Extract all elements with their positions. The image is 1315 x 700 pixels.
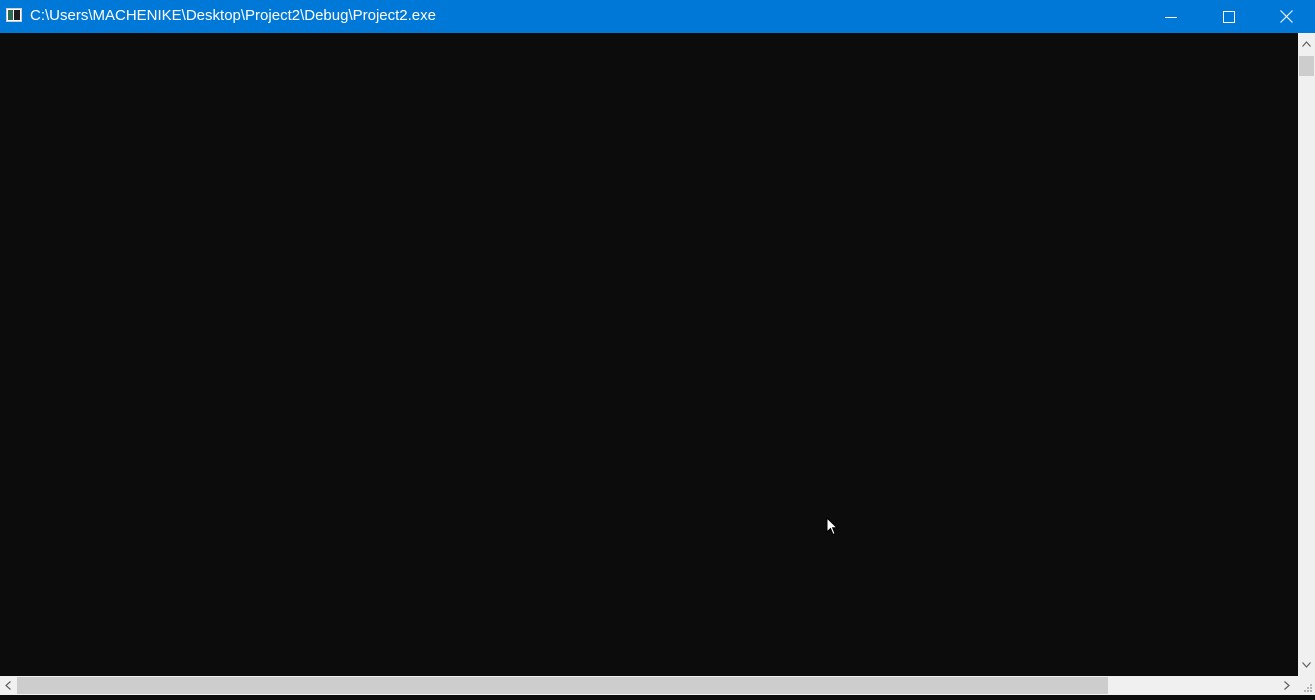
mouse-pointer-icon [826, 516, 839, 536]
console-window: C:\Users\MACHENIKE\Desktop\Project2\Debu… [0, 0, 1315, 695]
horizontal-scrollbar[interactable] [0, 676, 1298, 695]
close-icon [1280, 10, 1293, 23]
close-button[interactable] [1258, 0, 1315, 33]
maximize-button[interactable] [1200, 0, 1258, 33]
chevron-up-icon [1302, 41, 1311, 47]
console-app-icon[interactable] [6, 8, 22, 22]
window-title: C:\Users\MACHENIKE\Desktop\Project2\Debu… [30, 7, 436, 24]
chevron-left-icon [5, 681, 11, 690]
maximize-icon [1223, 10, 1235, 23]
scroll-right-button[interactable] [1278, 676, 1296, 695]
chevron-right-icon [1284, 681, 1290, 690]
title-bar[interactable]: C:\Users\MACHENIKE\Desktop\Project2\Debu… [0, 0, 1315, 33]
minimize-button[interactable] [1142, 0, 1200, 33]
horizontal-scroll-thumb[interactable] [17, 677, 1108, 694]
scroll-up-button[interactable] [1298, 33, 1315, 55]
vertical-scroll-thumb[interactable] [1299, 56, 1314, 76]
minimize-icon [1165, 16, 1177, 18]
scroll-left-button[interactable] [0, 676, 16, 695]
vertical-scrollbar[interactable] [1298, 33, 1315, 676]
resize-grip-icon [1304, 684, 1312, 692]
chevron-down-icon [1302, 662, 1311, 668]
resize-grip[interactable] [1298, 676, 1315, 695]
scroll-down-button[interactable] [1298, 654, 1315, 676]
console-output-area[interactable] [0, 33, 1298, 676]
